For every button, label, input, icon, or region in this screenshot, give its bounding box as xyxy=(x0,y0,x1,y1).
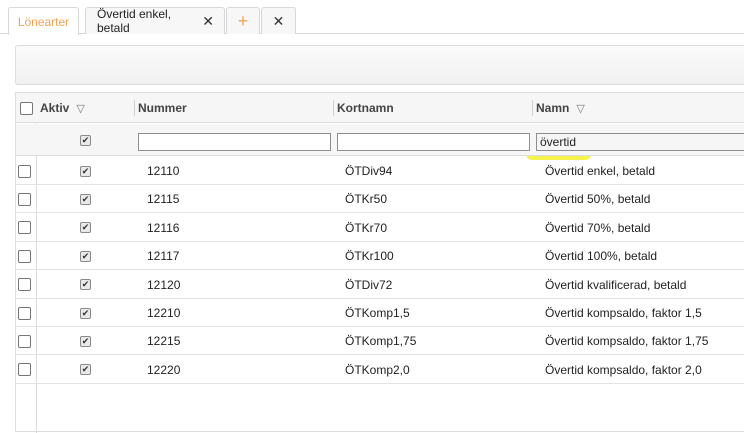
namn-cell: Övertid 100%, betald xyxy=(545,249,658,264)
tab-bar: Lönearter Övertid enkel, betald ✕ + ✕ xyxy=(0,0,744,35)
select-all-cell xyxy=(20,93,33,123)
tab-lonearter[interactable]: Lönearter xyxy=(8,7,79,35)
table-row[interactable]: ✔ 12110 ÖTDiv94 Övertid enkel, betald xyxy=(16,157,744,185)
toolbar xyxy=(15,45,744,85)
column-header-namn[interactable]: Namn ▽ xyxy=(536,93,585,123)
nummer-cell: 12116 xyxy=(147,220,180,235)
aktiv-checkbox[interactable]: ✔ xyxy=(80,222,91,234)
aktiv-filter-checkbox[interactable]: ✔ xyxy=(80,134,91,146)
kortnamn-cell: ÖTKomp1,5 xyxy=(345,306,410,320)
column-label: Kortnamn xyxy=(337,101,394,115)
row-select-cell xyxy=(18,299,31,327)
table-row[interactable]: ✔ 12215 ÖTKomp1,75 Övertid kompsaldo, fakto… xyxy=(16,327,744,356)
kortnamn-cell: ÖTKr50 xyxy=(345,192,388,207)
row-select-checkbox[interactable] xyxy=(18,164,31,178)
column-separator[interactable] xyxy=(532,100,533,116)
filter-icon[interactable]: ▽ xyxy=(76,102,84,115)
nummer-cell: 12115 xyxy=(147,192,180,207)
row-select-cell xyxy=(18,271,31,299)
filter-icon[interactable]: ▽ xyxy=(576,102,584,115)
table-row[interactable]: ✔ 12116 ÖTKr70 Övertid 70%, betald xyxy=(16,214,744,242)
row-select-checkbox[interactable] xyxy=(18,278,31,292)
row-select-cell xyxy=(18,356,31,384)
column-separator[interactable] xyxy=(333,100,334,116)
column-separator[interactable] xyxy=(134,100,135,116)
salary-types-grid: Aktiv ▽ Nummer Kortnamn Namn ▽ ✔ ✔ 12110 Ö… xyxy=(15,92,744,433)
column-label: Nummer xyxy=(138,101,187,115)
column-header-nummer[interactable]: Nummer xyxy=(138,93,187,123)
add-tab-button[interactable]: + xyxy=(226,7,260,34)
aktiv-cell: ✔ xyxy=(80,214,91,242)
grid-header: Aktiv ▽ Nummer Kortnamn Namn ▽ xyxy=(16,93,744,123)
row-select-checkbox[interactable] xyxy=(18,221,31,235)
column-label: Namn xyxy=(536,101,570,115)
row-select-cell xyxy=(18,214,31,242)
plus-icon: + xyxy=(237,10,249,31)
namn-cell: Övertid kompsaldo, faktor 2,0 xyxy=(545,362,702,377)
filter-row: ✔ xyxy=(16,124,744,156)
row-select-checkbox[interactable] xyxy=(18,192,31,206)
aktiv-cell: ✔ xyxy=(80,299,91,327)
row-select-checkbox[interactable] xyxy=(18,306,31,320)
aktiv-checkbox[interactable]: ✔ xyxy=(80,364,91,376)
row-select-checkbox[interactable] xyxy=(18,334,31,348)
aktiv-checkbox[interactable]: ✔ xyxy=(80,165,91,177)
kortnamn-filter-input[interactable] xyxy=(337,133,530,151)
row-select-cell xyxy=(18,185,31,213)
tab-label: Lönearter xyxy=(17,14,70,29)
aktiv-checkbox[interactable]: ✔ xyxy=(80,307,91,319)
kortnamn-cell: ÖTKr100 xyxy=(345,249,394,264)
namn-cell: Övertid kompsaldo, faktor 1,5 xyxy=(545,306,702,320)
select-all-checkbox[interactable] xyxy=(20,101,33,115)
tab-overtid-enkel-betald[interactable]: Övertid enkel, betald ✕ xyxy=(85,7,225,35)
aktiv-cell: ✔ xyxy=(80,242,91,270)
row-select-checkbox[interactable] xyxy=(18,363,31,377)
namn-cell: Övertid 70%, betald xyxy=(545,220,651,235)
column-label: Aktiv xyxy=(40,101,70,115)
nummer-cell: 12117 xyxy=(147,249,180,264)
row-select-cell xyxy=(18,242,31,270)
aktiv-cell: ✔ xyxy=(80,327,91,355)
namn-cell: Övertid kvalificerad, betald xyxy=(545,277,687,292)
nummer-cell: 12210 xyxy=(147,306,181,320)
aktiv-cell: ✔ xyxy=(80,185,91,213)
namn-cell: Övertid kompsaldo, faktor 1,75 xyxy=(545,334,709,349)
aktiv-cell: ✔ xyxy=(80,157,91,185)
kortnamn-cell: ÖTKomp2,0 xyxy=(345,362,410,377)
kortnamn-cell: ÖTDiv72 xyxy=(345,277,393,292)
nummer-cell: 12120 xyxy=(147,277,181,292)
tab-label: Övertid enkel, betald xyxy=(97,7,172,35)
kortnamn-cell: ÖTKomp1,75 xyxy=(345,334,417,349)
row-select-checkbox[interactable] xyxy=(18,249,31,263)
table-row[interactable]: ✔ 12220 ÖTKomp2,0 Övertid kompsaldo, faktor… xyxy=(16,356,744,384)
row-select-cell xyxy=(18,157,31,185)
table-row[interactable]: ✔ 12117 ÖTKr100 Övertid 100%, betald xyxy=(16,242,744,271)
aktiv-filter-cell: ✔ xyxy=(80,126,91,154)
row-select-cell xyxy=(18,327,31,355)
kortnamn-cell: ÖTKr70 xyxy=(345,220,388,235)
aktiv-checkbox[interactable]: ✔ xyxy=(80,335,91,347)
aktiv-checkbox[interactable]: ✔ xyxy=(80,279,91,291)
table-row[interactable]: ✔ 12115 ÖTKr50 Övertid 50%, betald xyxy=(16,185,744,214)
column-header-aktiv[interactable]: Aktiv ▽ xyxy=(40,93,85,123)
aktiv-cell: ✔ xyxy=(80,356,91,384)
table-row[interactable]: ✔ 12120 ÖTDiv72 Övertid kvalificerad, betal… xyxy=(16,271,744,299)
namn-cell: Övertid 50%, betald xyxy=(545,192,651,207)
aktiv-checkbox[interactable]: ✔ xyxy=(80,250,91,262)
namn-filter-input[interactable] xyxy=(536,133,744,151)
namn-cell: Övertid enkel, betald xyxy=(545,164,656,178)
close-icon[interactable]: ✕ xyxy=(202,13,214,30)
column-header-kortnamn[interactable]: Kortnamn xyxy=(337,93,394,123)
close-icon: ✕ xyxy=(272,12,285,29)
aktiv-checkbox[interactable]: ✔ xyxy=(80,193,91,205)
table-row[interactable]: ✔ 12210 ÖTKomp1,5 Övertid kompsaldo, faktor… xyxy=(16,299,744,327)
nummer-cell: 12110 xyxy=(147,164,180,178)
aktiv-cell: ✔ xyxy=(80,271,91,299)
nummer-filter-input[interactable] xyxy=(138,133,331,151)
kortnamn-cell: ÖTDiv94 xyxy=(345,164,393,178)
nummer-cell: 12215 xyxy=(147,334,181,349)
close-tab-button[interactable]: ✕ xyxy=(261,7,296,34)
nummer-cell: 12220 xyxy=(147,362,181,377)
